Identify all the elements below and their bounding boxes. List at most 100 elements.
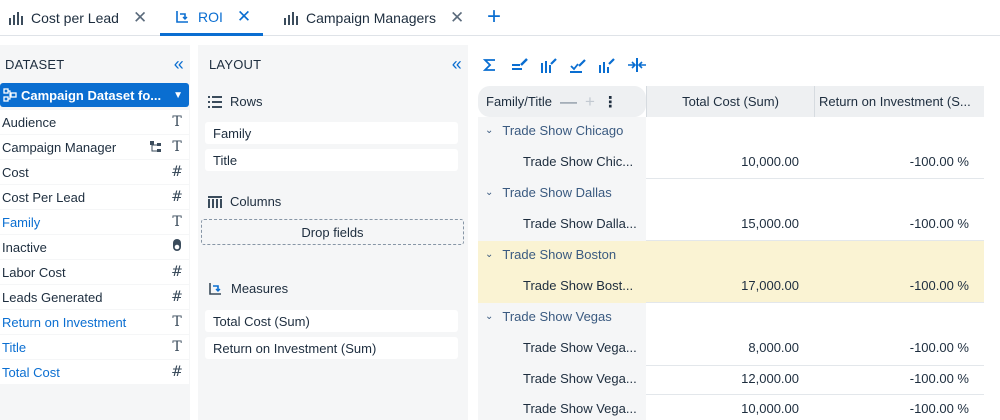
group-row[interactable]: ⌄ Trade Show Dallas	[478, 179, 646, 205]
number-type-icon: #	[171, 164, 183, 180]
collapse-icon[interactable]: «	[174, 54, 184, 75]
pivot-table: Family/Title — + ⋮ Total Cost (Sum) Retu…	[478, 86, 984, 420]
plus-icon[interactable]: +	[585, 93, 595, 110]
more-vertical-icon[interactable]: ⋮	[603, 93, 618, 111]
cell-roi[interactable]: -100.00 %	[814, 267, 984, 303]
field-label: Return on Investment	[2, 314, 127, 330]
group-row[interactable]: ⌄ Trade Show Boston	[478, 241, 646, 267]
cell-roi[interactable]: -100.00 %	[814, 205, 984, 241]
chip-label: Family	[213, 125, 252, 141]
measure-chip-total-cost[interactable]: Total Cost (Sum)	[205, 310, 458, 332]
dataset-icon	[3, 88, 17, 102]
row-title: Trade Show Bost...	[523, 277, 634, 293]
field-label: Title	[2, 339, 27, 355]
dataset-select-value: Campaign Dataset fo...	[21, 87, 162, 103]
field-total-cost[interactable]: Total Cost #	[0, 360, 189, 384]
field-family[interactable]: Family T	[0, 210, 189, 234]
group-label: Trade Show Vegas	[502, 308, 612, 324]
edit-chart-icon[interactable]	[599, 57, 628, 73]
field-return-on-investment[interactable]: Return on Investment T	[0, 310, 189, 334]
column-header-label: Total Cost (Sum)	[682, 94, 779, 109]
field-title[interactable]: Title T	[0, 335, 189, 359]
table-header: Family/Title — + ⋮ Total Cost (Sum) Retu…	[478, 86, 984, 117]
cell-total-cost[interactable]: 10,000.00	[646, 143, 814, 179]
cell-total-cost[interactable]: 15,000.00	[646, 205, 814, 241]
chip-label: Total Cost (Sum)	[213, 313, 310, 329]
columns-dropzone[interactable]: Drop fields	[201, 219, 464, 245]
group-label: Trade Show Chicago	[502, 122, 624, 138]
field-audience[interactable]: Audience T	[0, 110, 189, 134]
field-cost[interactable]: Cost #	[0, 160, 189, 184]
row-dimension-label: Family/Title	[486, 94, 552, 109]
text-type-icon: T	[172, 339, 182, 355]
columns-icon	[208, 195, 222, 208]
chip-label: Title	[213, 152, 238, 168]
chevron-down-icon[interactable]: ⌄	[485, 187, 493, 198]
measures-label: Measures	[231, 281, 289, 296]
row-title: Trade Show Dalla...	[523, 215, 637, 231]
tab-cost-per-lead[interactable]: Cost per Lead ✕	[8, 0, 147, 36]
column-header-total-cost[interactable]: Total Cost (Sum)	[646, 86, 814, 117]
row-divider	[646, 178, 984, 179]
field-leads-generated[interactable]: Leads Generated #	[0, 285, 189, 309]
collapse-columns-icon[interactable]	[628, 58, 657, 72]
cell-roi[interactable]: -100.00 %	[814, 143, 984, 179]
chevron-down-icon[interactable]: ⌄	[485, 249, 493, 260]
close-icon[interactable]: ✕	[133, 8, 147, 28]
field-label: Cost Per Lead	[2, 189, 86, 205]
row-dimension-header[interactable]: Family/Title — + ⋮	[478, 86, 646, 117]
column-header-roi[interactable]: Return on Investment (S...	[814, 86, 984, 117]
rows-section: Rows	[208, 94, 263, 109]
edit-measures-icon[interactable]	[570, 58, 599, 73]
close-icon[interactable]: ✕	[450, 8, 464, 28]
group-row[interactable]: ⌄ Trade Show Chicago	[478, 117, 646, 143]
sigma-icon[interactable]	[483, 58, 512, 72]
measure-chip-roi[interactable]: Return on Investment (Sum)	[205, 337, 458, 359]
field-label: Total Cost	[2, 364, 60, 380]
chevron-down-icon[interactable]: ⌄	[485, 125, 493, 136]
text-type-icon: T	[172, 314, 182, 330]
text-type-icon: T	[172, 139, 182, 155]
add-tab-button[interactable]: +	[487, 4, 501, 30]
field-cost-per-lead[interactable]: Cost Per Lead #	[0, 185, 189, 209]
minus-icon[interactable]: —	[560, 93, 577, 110]
bar-chart-icon	[8, 11, 23, 25]
highlight-band	[646, 241, 984, 267]
number-type-icon: #	[171, 264, 183, 280]
tab-campaign-managers[interactable]: Campaign Managers ✕	[283, 0, 464, 36]
measures-section: Measures	[208, 281, 288, 296]
columns-section: Columns	[208, 194, 281, 209]
edit-columns-icon[interactable]	[541, 57, 570, 73]
tab-roi[interactable]: ROI ✕	[160, 0, 264, 36]
row-chip-title[interactable]: Title	[205, 149, 458, 171]
tab-label: ROI	[198, 8, 223, 25]
field-label: Cost	[2, 164, 29, 180]
toggle-type-icon	[171, 238, 183, 256]
field-labor-cost[interactable]: Labor Cost #	[0, 260, 189, 284]
tab-label: Campaign Managers	[306, 10, 436, 26]
edit-rows-icon[interactable]	[512, 58, 541, 72]
dataset-title: DATASET	[5, 56, 65, 72]
field-campaign-manager[interactable]: Campaign Manager T	[0, 135, 189, 159]
dataset-select[interactable]: Campaign Dataset fo... ▼	[0, 83, 189, 107]
table-row-label: Trade Show Vega...	[478, 390, 646, 420]
layout-panel: LAYOUT « Rows Family Title Columns Drop …	[198, 45, 468, 420]
dataset-panel: DATASET « Campaign Dataset fo... ▼ Audie…	[0, 45, 190, 420]
layout-title: LAYOUT	[209, 56, 262, 72]
number-type-icon: #	[171, 364, 183, 380]
cell-roi[interactable]: -100.00 %	[814, 390, 984, 420]
row-title: Trade Show Vega...	[523, 339, 637, 355]
group-row[interactable]: ⌄ Trade Show Vegas	[478, 303, 646, 329]
field-label: Campaign Manager	[2, 139, 117, 155]
row-chip-family[interactable]: Family	[205, 122, 458, 144]
cell-total-cost[interactable]: 17,000.00	[646, 267, 814, 303]
hierarchy-icon	[150, 141, 162, 153]
cell-total-cost[interactable]: 10,000.00	[646, 390, 814, 420]
close-icon[interactable]: ✕	[237, 7, 251, 27]
field-inactive[interactable]: Inactive	[0, 235, 189, 259]
field-label: Audience	[2, 114, 57, 130]
chevron-down-icon[interactable]: ⌄	[485, 311, 493, 322]
field-label: Inactive	[2, 239, 47, 255]
collapse-icon[interactable]: «	[452, 54, 462, 75]
rows-label: Rows	[230, 94, 263, 109]
